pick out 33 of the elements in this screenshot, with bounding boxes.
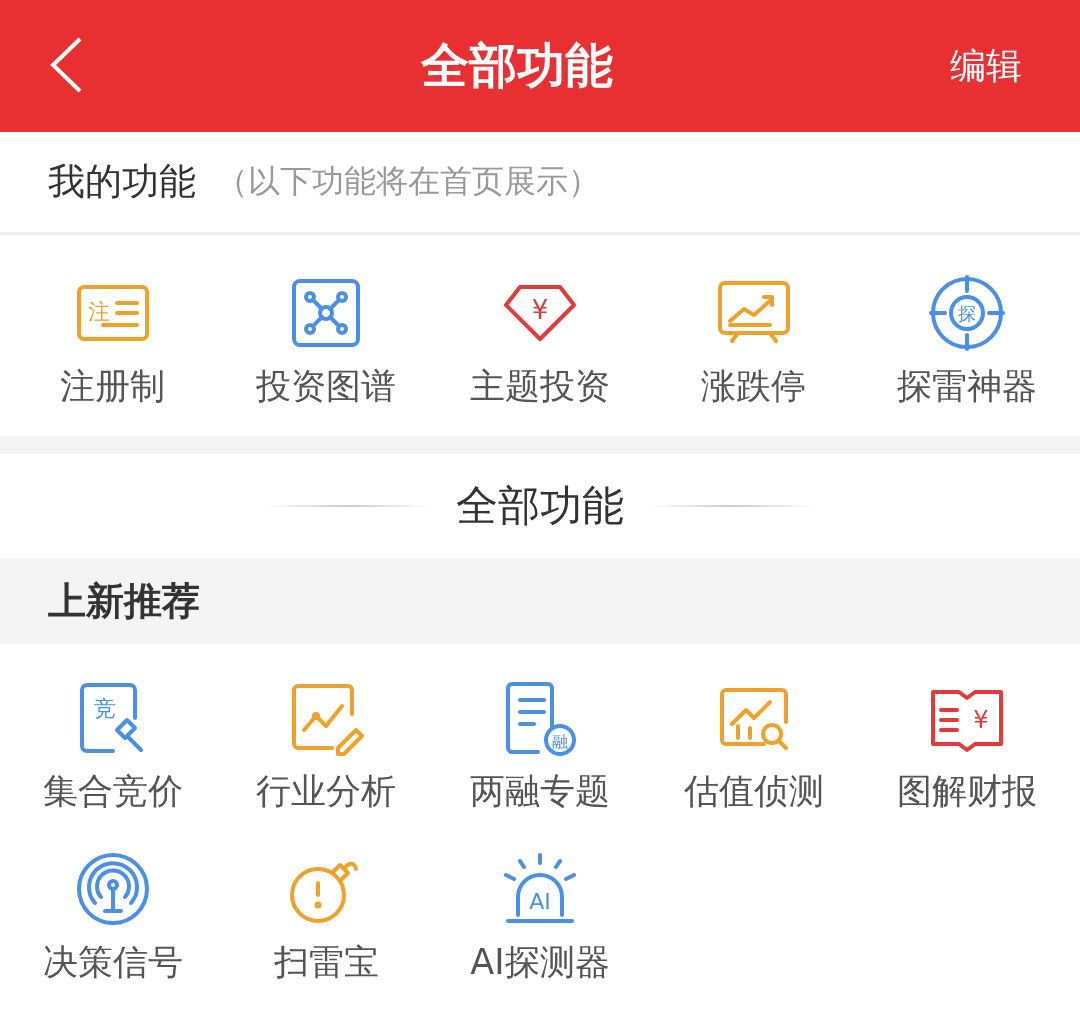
page-title: 全部功能 — [421, 36, 613, 95]
function-item[interactable]: 决策信号 — [6, 849, 220, 986]
function-label: 扫雷宝 — [273, 941, 379, 984]
function-item[interactable]: 行业分析 — [219, 678, 434, 815]
function-label: 行业分析 — [256, 770, 397, 813]
section-note: （以下功能将在首页展示） — [216, 161, 600, 202]
function-label: 涨跌停 — [701, 365, 807, 408]
function-item[interactable]: 竞 集合竞价 — [6, 678, 220, 815]
function-label: 投资图谱 — [256, 365, 397, 408]
function-label: 决策信号 — [42, 941, 183, 984]
function-label: AI探测器 — [470, 941, 610, 984]
function-item[interactable]: ¥ 图解财报 — [860, 678, 1074, 815]
function-label: 估值侦测 — [683, 770, 824, 813]
function-label: 注册制 — [60, 365, 166, 408]
function-item[interactable]: 融 两融专题 — [433, 678, 647, 815]
function-item[interactable]: ¥ 主题投资 — [433, 273, 647, 410]
edit-button[interactable]: 编辑 — [950, 41, 1022, 91]
section-title: 上新推荐 — [48, 577, 200, 625]
section-title: 全部功能 — [456, 480, 624, 532]
function-item[interactable]: 扫雷宝 — [219, 849, 434, 986]
function-item[interactable]: 涨跌停 — [646, 273, 861, 410]
function-label: 主题投资 — [470, 365, 610, 408]
function-label: 两融专题 — [470, 770, 610, 813]
function-label: 图解财报 — [897, 770, 1038, 813]
function-label: 探雷神器 — [897, 365, 1038, 408]
section-title: 我的功能 — [48, 159, 196, 205]
function-item[interactable]: 注 注册制 — [6, 273, 220, 410]
back-icon — [49, 36, 83, 94]
function-item[interactable]: 投资图谱 — [219, 273, 434, 410]
function-item[interactable]: 估值侦测 — [646, 678, 861, 815]
function-item[interactable]: AI AI探测器 — [433, 849, 647, 986]
function-item[interactable]: 探 探雷神器 — [860, 273, 1074, 410]
function-label: 集合竞价 — [42, 770, 183, 813]
